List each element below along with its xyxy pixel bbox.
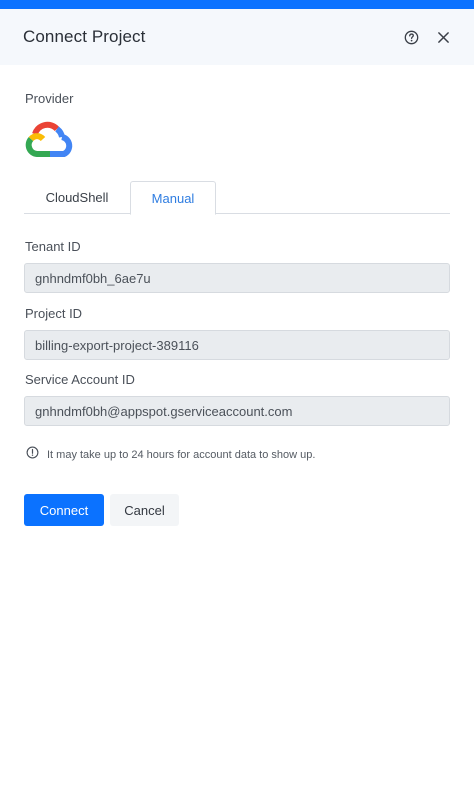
connect-button[interactable]: Connect: [24, 494, 104, 526]
close-icon[interactable]: [434, 28, 452, 46]
dialog-title: Connect Project: [23, 27, 146, 46]
project-id-field[interactable]: [24, 330, 450, 360]
help-circle-icon[interactable]: [402, 28, 420, 46]
cancel-button[interactable]: Cancel: [110, 494, 179, 526]
project-id-label: Project ID: [25, 306, 83, 321]
google-cloud-logo: [24, 117, 76, 159]
service-account-id-label: Service Account ID: [25, 372, 135, 387]
tab-bar: CloudShell Manual: [24, 181, 450, 215]
dialog-header: Connect Project: [0, 9, 474, 65]
tenant-id-field[interactable]: [24, 263, 450, 293]
top-accent-bar: [0, 0, 474, 9]
service-account-id-field[interactable]: [24, 396, 450, 426]
notice-row: It may take up to 24 hours for account d…: [26, 446, 315, 464]
tab-cloudshell[interactable]: CloudShell: [24, 181, 130, 214]
notice-text: It may take up to 24 hours for account d…: [47, 449, 316, 461]
tab-manual[interactable]: Manual: [130, 181, 216, 215]
info-circle-icon: [26, 446, 39, 464]
provider-label: Provider: [25, 91, 74, 106]
tenant-id-label: Tenant ID: [25, 239, 81, 254]
header-actions: [402, 28, 452, 46]
